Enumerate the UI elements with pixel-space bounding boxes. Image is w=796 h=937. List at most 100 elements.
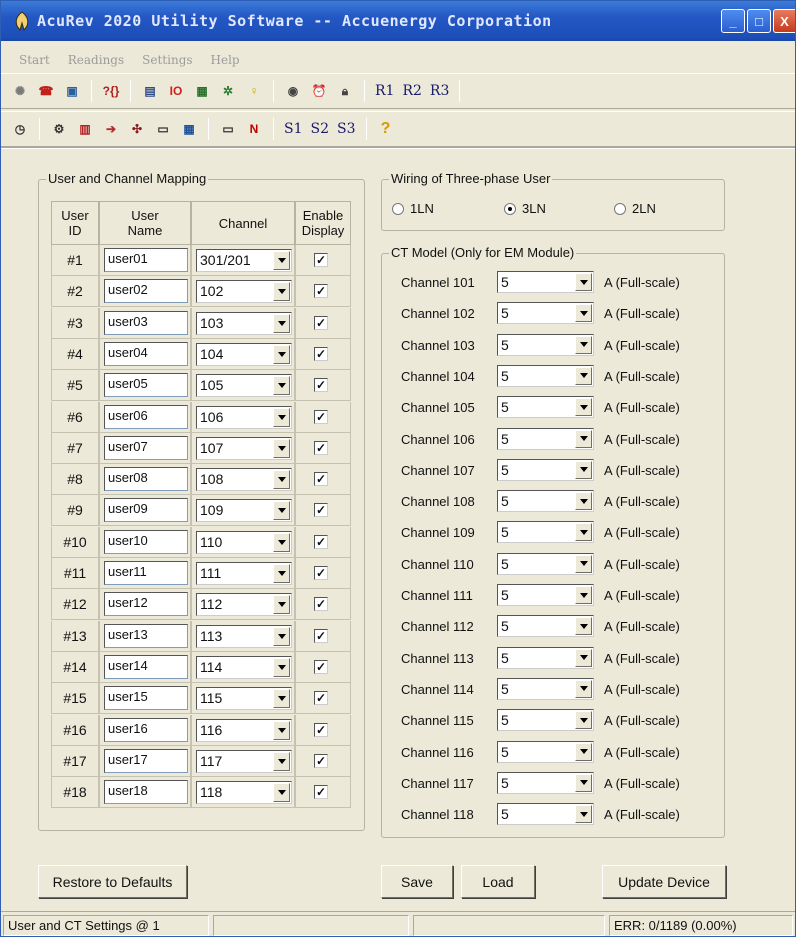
channel-select[interactable]: 107 [196,436,292,460]
radio-3ln[interactable]: 3LN [504,201,546,216]
enable-display-checkbox[interactable]: ✓ [314,315,328,330]
io-icon[interactable]: IO [165,80,187,102]
chevron-down-icon[interactable] [273,313,290,333]
chevron-down-icon[interactable] [575,366,592,385]
user-name-input[interactable]: user03 [104,310,188,335]
channel-select[interactable]: 117 [196,749,292,773]
chevron-down-icon[interactable] [273,595,290,615]
user-name-input[interactable]: user07 [104,435,188,460]
ct-model-select[interactable]: 5 [497,458,594,481]
enable-display-checkbox[interactable]: ✓ [314,378,328,393]
chevron-down-icon[interactable] [575,679,592,698]
chevron-down-icon[interactable] [273,251,290,270]
channel-select[interactable]: 118 [196,781,292,805]
lock-icon[interactable]: 🔒︎ [334,80,356,102]
ct-model-select[interactable]: 5 [497,803,594,826]
s3-button[interactable]: S3 [335,118,358,140]
menu-settings[interactable]: Settings [142,53,192,67]
enable-display-checkbox[interactable]: ✓ [314,691,328,706]
document-n-icon[interactable]: ▭ [217,118,239,140]
flow-icon[interactable]: ✣ [126,118,148,140]
chevron-down-icon[interactable] [273,626,290,646]
channel-select[interactable]: 106 [196,405,292,429]
user-name-input[interactable]: user14 [104,654,188,679]
chevron-down-icon[interactable] [575,554,592,573]
chevron-down-icon[interactable] [575,523,592,542]
chevron-down-icon[interactable] [273,438,290,458]
enable-display-checkbox[interactable]: ✓ [314,284,328,299]
ct-model-select[interactable]: 5 [497,709,594,732]
monitor-icon[interactable]: ▣ [61,80,83,102]
chevron-down-icon[interactable] [575,304,592,323]
user-name-input[interactable]: user09 [104,498,188,523]
chevron-down-icon[interactable] [575,711,592,730]
enable-display-checkbox[interactable]: ✓ [314,566,328,580]
s1-button[interactable]: S1 [282,118,305,140]
enable-display-checkbox[interactable]: ✓ [314,534,328,549]
ct-model-select[interactable]: 5 [497,427,594,450]
user-name-input[interactable]: user11 [104,561,188,585]
settings-gear-icon[interactable]: ⚙ [48,118,70,140]
chevron-down-icon[interactable] [575,492,592,511]
alarm-clock-icon[interactable]: ⏰ [308,80,330,102]
update-device-button[interactable]: Update Device [602,865,726,898]
chevron-down-icon[interactable] [273,783,290,803]
ct-model-select[interactable]: 5 [497,396,594,419]
radio-1ln[interactable]: 1LN [392,201,434,216]
ct-model-select[interactable]: 5 [497,552,594,575]
channel-select[interactable]: 113 [196,624,292,648]
chevron-down-icon[interactable] [575,648,592,667]
chevron-down-icon[interactable] [273,751,290,771]
chevron-down-icon[interactable] [273,470,290,490]
radio-2ln[interactable]: 2LN [614,201,656,216]
chevron-down-icon[interactable] [575,335,592,354]
enable-display-checkbox[interactable]: ✓ [314,503,328,518]
enable-display-checkbox[interactable]: ✓ [314,346,328,361]
save-button[interactable]: Save [381,865,453,898]
chevron-down-icon[interactable] [273,501,290,521]
channel-select[interactable]: 102 [196,280,292,304]
user-name-input[interactable]: user08 [104,467,188,492]
ct-model-select[interactable]: 5 [497,615,594,638]
close-button[interactable]: X [773,9,795,33]
enable-display-checkbox[interactable]: ✓ [314,409,328,424]
channel-select[interactable]: 103 [196,311,292,335]
chevron-down-icon[interactable] [575,273,592,291]
restore-defaults-button[interactable]: Restore to Defaults [38,865,187,898]
enable-display-checkbox[interactable]: ✓ [314,253,328,267]
forward-icon[interactable]: ➔ [100,118,122,140]
ct-model-select[interactable]: 5 [497,740,594,763]
enable-display-checkbox[interactable]: ✓ [314,472,328,487]
chevron-down-icon[interactable] [575,773,592,792]
ct-model-select[interactable]: 5 [497,771,594,794]
chevron-down-icon[interactable] [273,407,290,427]
enable-display-checkbox[interactable]: ✓ [314,440,328,455]
question-bracket-icon[interactable]: ?{} [100,80,122,102]
user-name-input[interactable]: user02 [104,279,188,304]
table-icon[interactable]: ▦ [178,118,200,140]
chevron-down-icon[interactable] [273,720,290,740]
chevron-down-icon[interactable] [273,344,290,364]
menu-help[interactable]: Help [211,53,240,67]
bulb-icon[interactable]: ♀ [243,80,265,102]
ct-model-select[interactable]: 5 [497,271,594,293]
chevron-down-icon[interactable] [575,617,592,636]
channel-select[interactable]: 110 [196,530,292,554]
s2-button[interactable]: S2 [309,118,332,140]
ct-model-select[interactable]: 5 [497,490,594,513]
user-name-input[interactable]: user12 [104,592,188,617]
help-icon[interactable]: ? [375,118,397,140]
enable-display-checkbox[interactable]: ✓ [314,785,328,800]
chevron-down-icon[interactable] [273,657,290,677]
ct-model-select[interactable]: 5 [497,677,594,700]
channel-select[interactable]: 105 [196,374,292,398]
chevron-down-icon[interactable] [273,532,290,552]
r1-button[interactable]: R1 [373,80,396,102]
chevron-down-icon[interactable] [575,429,592,448]
enable-display-checkbox[interactable]: ✓ [314,597,328,612]
maximize-button[interactable]: □ [747,9,771,33]
chevron-down-icon[interactable] [273,282,290,302]
ct-model-select[interactable]: 5 [497,364,594,387]
ct-model-select[interactable]: 5 [497,333,594,356]
channel-select[interactable]: 114 [196,655,292,679]
